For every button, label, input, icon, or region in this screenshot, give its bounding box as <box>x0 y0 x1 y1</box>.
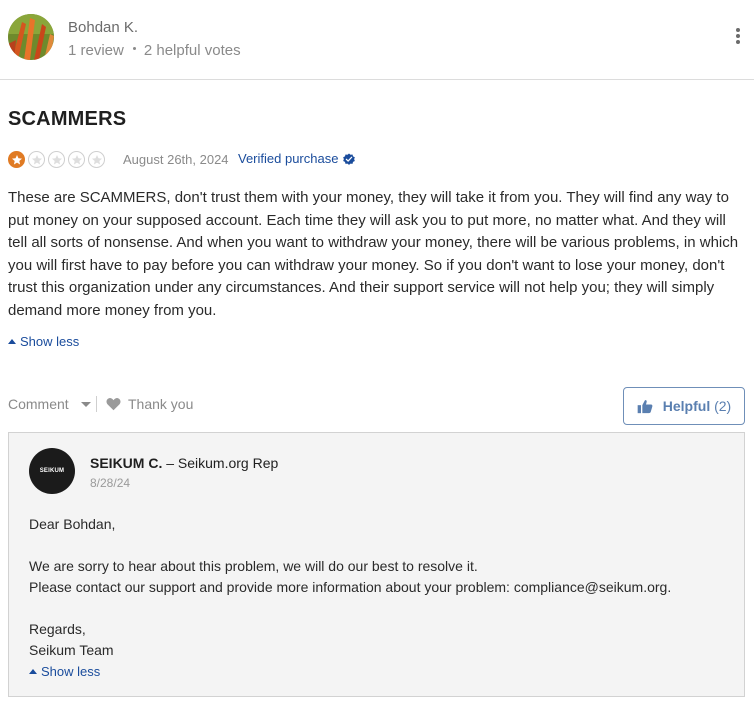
company-reply: SEIKUM SEIKUM C. – Seikum.org Rep 8/28/2… <box>8 432 745 697</box>
star-empty-icon <box>88 151 105 168</box>
reply-signature: Seikum Team <box>29 642 114 658</box>
helpful-label: Helpful <box>662 398 711 414</box>
helpful-button[interactable]: Helpful (2) <box>623 387 745 425</box>
verified-purchase-badge[interactable]: Verified purchase <box>238 151 356 166</box>
reply-line: We are sorry to hear about this problem,… <box>29 558 478 574</box>
review-count: 1 review <box>68 42 124 59</box>
chevron-down-icon <box>80 401 91 407</box>
reply-author-role: – Seikum.org Rep <box>162 455 279 471</box>
reviewer-stats: 1 review 2 helpful votes <box>68 42 241 59</box>
verified-check-icon <box>343 152 356 165</box>
thank-you-label: Thank you <box>128 396 194 412</box>
thumbs-up-icon <box>637 399 653 413</box>
reply-closing: Regards, <box>29 621 86 637</box>
reply-greeting: Dear Bohdan, <box>29 516 116 532</box>
action-divider <box>96 396 97 412</box>
caret-up-icon <box>8 339 16 344</box>
thank-you-button[interactable]: Thank you <box>106 396 193 412</box>
review-title: SCAMMERS <box>8 108 127 130</box>
reviewer-name[interactable]: Bohdan K. <box>68 19 138 36</box>
star-empty-icon <box>28 151 45 168</box>
reply-author-name: SEIKUM C. <box>90 455 163 471</box>
helpful-count: (2) <box>714 398 732 414</box>
caret-up-icon <box>29 669 37 674</box>
show-less-label: Show less <box>41 664 101 679</box>
reply-author: SEIKUM C. – Seikum.org Rep <box>90 455 278 471</box>
reply-line: Please contact our support and provide m… <box>29 579 672 595</box>
verified-purchase-label: Verified purchase <box>238 151 339 166</box>
more-options-icon[interactable] <box>733 28 743 46</box>
review-date: August 26th, 2024 <box>123 152 229 167</box>
reviewer-avatar[interactable] <box>8 14 54 60</box>
reply-show-less-link[interactable]: Show less <box>29 664 100 679</box>
heart-icon <box>106 398 121 411</box>
show-less-label: Show less <box>20 334 80 349</box>
comment-button[interactable]: Comment <box>8 396 91 412</box>
star-filled-icon <box>8 151 25 168</box>
review-show-less-link[interactable]: Show less <box>8 334 79 349</box>
review-body: These are SCAMMERS, don't trust them wit… <box>8 189 739 319</box>
company-logo: SEIKUM <box>29 448 75 494</box>
reviewer-header: Bohdan K. 1 review 2 helpful votes <box>0 0 754 80</box>
separator-dot <box>132 46 136 50</box>
helpful-votes-count: 2 helpful votes <box>143 42 241 59</box>
reply-date: 8/28/24 <box>90 476 131 490</box>
reply-body: Dear Bohdan, We are sorry to hear about … <box>29 514 671 661</box>
star-empty-icon <box>68 151 85 168</box>
star-empty-icon <box>48 151 65 168</box>
comment-label: Comment <box>8 396 69 412</box>
star-rating <box>8 151 105 169</box>
